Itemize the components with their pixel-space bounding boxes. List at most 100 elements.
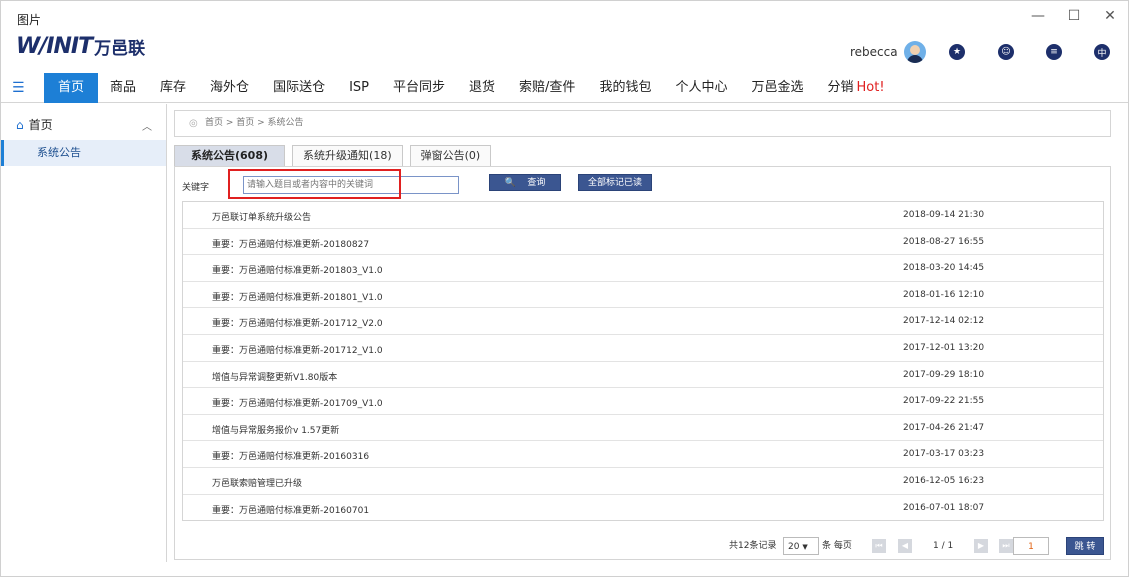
item-date: 2018-03-20 14:45 [903, 263, 985, 274]
item-date: 2017-09-22 21:55 [903, 396, 985, 407]
avatar[interactable] [903, 41, 926, 63]
sidebar-item-announcements[interactable]: 系统公告 [1, 140, 166, 166]
message-icon[interactable]: ≡ [1046, 44, 1062, 60]
item-date: 2016-12-05 16:23 [903, 475, 985, 486]
username: rebecca [850, 45, 898, 59]
item-title: 重要：万邑通赔付标准更新-20180827 [212, 239, 370, 250]
total-records: 共12条记录 [729, 541, 777, 551]
breadcrumb: ◎ 首页 > 首页 > 系统公告 [174, 110, 1111, 137]
pagination: 共12条记录 20 ▼ 条 每页 ⏮ ◀ 1 / 1 ▶ ⏭ 1 跳 转 [175, 537, 1112, 557]
keyword-label: 关键字 [182, 183, 210, 193]
announcement-list: 万邑联订单系统升级公告 2018-09-14 21:30 重要：万邑通赔付标准更新… [182, 201, 1104, 521]
list-item[interactable]: 重要：万邑通赔付标准更新-20160316 2017-03-17 03:23 [183, 441, 1103, 468]
location-icon: ◎ [189, 118, 198, 129]
tab-bar: 系统公告(608) 系统升级通知(18) 弹窗公告(0) [174, 145, 498, 166]
home-icon: ⌂ [16, 117, 24, 132]
item-title: 万邑联订单系统升级公告 [212, 213, 312, 223]
tab-system-announcements[interactable]: 系统公告(608) [174, 145, 286, 166]
item-date: 2017-04-26 21:47 [903, 422, 985, 433]
nav-items: 首页 商品 库存 海外仓 国际送仓 ISP 平台同步 退货 索赔/查件 我的钱包… [44, 73, 897, 103]
nav-item-gold-select[interactable]: 万邑金选 [739, 73, 815, 103]
item-date: 2016-07-01 18:07 [903, 502, 985, 513]
item-date: 2017-12-14 02:12 [903, 316, 985, 327]
page-size-value: 20 [788, 542, 800, 552]
sidebar-item-home-label: 首页 [28, 118, 53, 132]
list-item[interactable]: 重要：万邑通赔付标准更新-201709_V1.0 2017-09-22 21:55 [183, 388, 1103, 415]
nav-item-distribution[interactable]: 分销 Hot! [815, 73, 896, 103]
language-icon[interactable]: 中 [1094, 44, 1110, 60]
hot-badge: Hot! [856, 80, 885, 95]
nav-item-platform-sync[interactable]: 平台同步 [381, 73, 457, 103]
top-nav: ☰ 首页 商品 库存 海外仓 国际送仓 ISP 平台同步 退货 索赔/查件 我的… [1, 73, 1128, 103]
item-date: 2017-09-29 18:10 [903, 369, 985, 380]
item-date: 2017-03-17 03:23 [903, 449, 985, 460]
chevron-up-icon[interactable]: ︿ [142, 118, 152, 133]
search-icon: 🔍 [504, 178, 516, 188]
list-item[interactable]: 重要：万邑通赔付标准更新-201801_V1.0 2018-01-16 12:10 [183, 282, 1103, 309]
item-title: 重要：万邑通赔付标准更新-201712_V1.0 [212, 345, 383, 356]
minimize-button[interactable]: — [1020, 1, 1056, 31]
nav-item-products[interactable]: 商品 [98, 73, 148, 103]
brand-logo[interactable]: W/INIT 万邑联 [16, 33, 146, 59]
last-page-icon[interactable]: ⏭ [999, 539, 1013, 553]
item-title: 重要：万邑通赔付标准更新-20160316 [212, 452, 370, 463]
support-agent-icon[interactable]: ☺ [998, 44, 1014, 60]
item-title: 万邑联索赔管理已升级 [212, 478, 303, 489]
item-date: 2018-01-16 12:10 [903, 289, 985, 300]
sidebar-item-home[interactable]: ⌂ 首页 [16, 116, 53, 133]
list-item[interactable]: 重要：万邑通赔付标准更新-20180827 2018-08-27 16:55 [183, 229, 1103, 256]
highlight-box [228, 169, 401, 199]
item-date: 2018-08-27 16:55 [903, 236, 985, 247]
nav-item-distribution-label: 分销 [827, 80, 854, 95]
nav-item-profile[interactable]: 个人中心 [663, 73, 739, 103]
list-item[interactable]: 重要：万邑通赔付标准更新-20160701 2016-07-01 18:07 [183, 495, 1103, 522]
maximize-button[interactable]: ☐ [1056, 1, 1092, 31]
close-button[interactable]: ✕ [1092, 1, 1128, 31]
logo-text: 万邑联 [94, 38, 146, 59]
page-size-select[interactable]: 20 ▼ [783, 537, 819, 555]
search-button[interactable]: 🔍 查询 [489, 174, 561, 191]
tab-upgrade-notices[interactable]: 系统升级通知(18) [292, 145, 403, 166]
list-item[interactable]: 增值与异常服务报价v 1.57更新 2017-04-26 21:47 [183, 415, 1103, 442]
nav-item-overseas-warehouse[interactable]: 海外仓 [198, 73, 261, 103]
logo-mark: W/INIT [16, 33, 93, 59]
user-menu[interactable]: rebecca [850, 41, 926, 63]
prev-page-icon[interactable]: ◀ [898, 539, 912, 553]
item-title: 重要：万邑通赔付标准更新-201801_V1.0 [212, 292, 383, 303]
page-number-input[interactable]: 1 [1013, 537, 1049, 555]
menu-toggle-icon[interactable]: ☰ [12, 80, 25, 96]
nav-item-home[interactable]: 首页 [44, 73, 99, 103]
list-item[interactable]: 重要：万邑通赔付标准更新-201712_V1.0 2017-12-01 13:20 [183, 335, 1103, 362]
go-to-page-button[interactable]: 跳 转 [1066, 537, 1104, 555]
breadcrumb-text: 首页 > 首页 > 系统公告 [205, 118, 304, 128]
window-controls: — ☐ ✕ [1020, 1, 1128, 31]
item-title: 增值与异常调整更新V1.80版本 [212, 372, 338, 383]
per-page-label: 条 每页 [822, 541, 852, 551]
folder-star-icon[interactable]: ★ [949, 44, 965, 60]
nav-item-wallet[interactable]: 我的钱包 [587, 73, 663, 103]
search-button-label: 查询 [527, 178, 546, 188]
next-page-icon[interactable]: ▶ [974, 539, 988, 553]
item-title: 重要：万邑通赔付标准更新-201803_V1.0 [212, 266, 383, 277]
first-page-icon[interactable]: ⏮ [872, 539, 886, 553]
item-date: 2018-09-14 21:30 [903, 210, 985, 220]
announcement-panel: 关键字 🔍 查询 全部标记已读 万邑联订单系统升级公告 2018-09-14 21… [174, 166, 1111, 560]
list-item[interactable]: 万邑联订单系统升级公告 2018-09-14 21:30 [183, 202, 1103, 229]
mark-all-read-button[interactable]: 全部标记已读 [578, 174, 652, 191]
sidebar: ⌂ 首页 ︿ 系统公告 [1, 104, 167, 562]
item-title: 增值与异常服务报价v 1.57更新 [212, 425, 340, 436]
window-title: 图片 [17, 13, 42, 27]
list-item[interactable]: 重要：万邑通赔付标准更新-201803_V1.0 2018-03-20 14:45 [183, 255, 1103, 282]
nav-item-intl-shipping[interactable]: 国际送仓 [261, 73, 337, 103]
list-item[interactable]: 万邑联索赔管理已升级 2016-12-05 16:23 [183, 468, 1103, 495]
nav-item-returns[interactable]: 退货 [457, 73, 507, 103]
item-title: 重要：万邑通赔付标准更新-201712_V2.0 [212, 319, 383, 330]
chevron-down-icon: ▼ [802, 543, 808, 551]
item-title: 重要：万邑通赔付标准更新-201709_V1.0 [212, 399, 383, 410]
list-item[interactable]: 增值与异常调整更新V1.80版本 2017-09-29 18:10 [183, 362, 1103, 389]
list-item[interactable]: 重要：万邑通赔付标准更新-201712_V2.0 2017-12-14 02:12 [183, 308, 1103, 335]
nav-item-isp[interactable]: ISP [337, 73, 381, 103]
nav-item-claims[interactable]: 索赔/查件 [507, 73, 587, 103]
nav-item-inventory[interactable]: 库存 [148, 73, 198, 103]
tab-popup-announcements[interactable]: 弹窗公告(0) [409, 145, 492, 166]
